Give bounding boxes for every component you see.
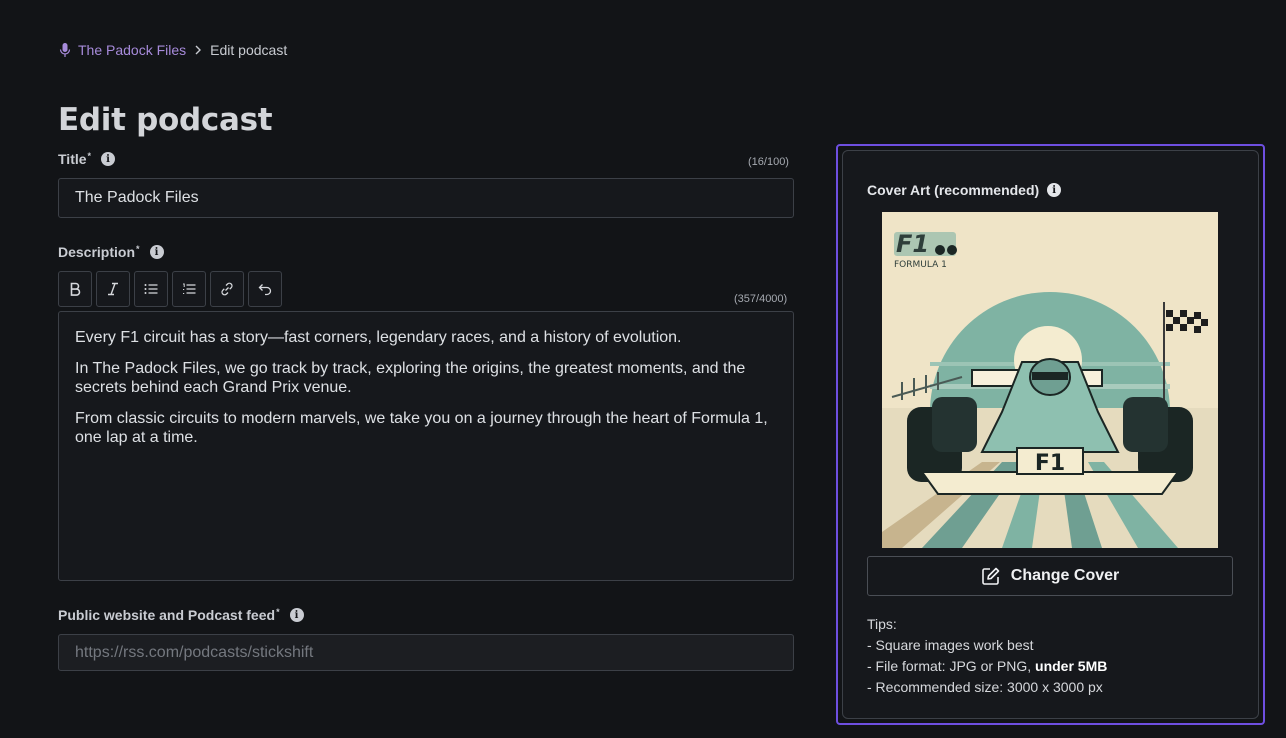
bold-button[interactable] xyxy=(58,271,92,307)
change-cover-label: Change Cover xyxy=(1010,567,1120,584)
tip-text: - File format: JPG or PNG, xyxy=(867,658,1036,674)
bold-icon xyxy=(70,282,81,296)
breadcrumb-podcast-link[interactable]: The Padock Files xyxy=(78,42,186,58)
car-number-text: F1 xyxy=(1035,451,1065,476)
feed-label: Public website and Podcast feed * i xyxy=(58,607,304,623)
description-label-text: Description xyxy=(58,244,136,260)
required-mark: * xyxy=(87,151,92,161)
info-icon[interactable]: i xyxy=(289,608,304,622)
required-mark: * xyxy=(276,607,280,617)
description-paragraph: In The Padock Files, we go track by trac… xyxy=(75,360,746,396)
description-paragraph: From classic circuits to modern marvels,… xyxy=(75,410,768,446)
info-icon[interactable]: i xyxy=(1047,183,1062,197)
change-cover-button[interactable]: Change Cover xyxy=(867,556,1233,596)
cover-tips: Tips: - Square images work best - File f… xyxy=(867,614,1107,698)
feed-input[interactable]: https://rss.com/podcasts/stickshift xyxy=(58,634,794,671)
info-icon[interactable]: i xyxy=(149,245,164,259)
cover-art-image: F1 F1 FORMULA 1 xyxy=(882,212,1218,548)
undo-icon xyxy=(258,284,272,296)
tip-item: - File format: JPG or PNG, under 5MB xyxy=(867,656,1107,677)
tips-title: Tips: xyxy=(867,616,897,632)
tip-item: - Square images work best xyxy=(867,637,1034,653)
logo-subtext: FORMULA 1 xyxy=(894,260,947,270)
title-label: Title * i xyxy=(58,151,116,167)
microphone-icon xyxy=(59,42,71,58)
breadcrumb: The Padock Files Edit podcast xyxy=(59,42,287,58)
description-editor[interactable]: Every F1 circuit has a story—fast corner… xyxy=(58,311,794,581)
numbered-list-icon xyxy=(183,283,196,294)
link-icon xyxy=(221,282,233,296)
edit-icon xyxy=(981,567,1000,585)
numbered-list-button[interactable] xyxy=(172,271,206,307)
cover-art-label-text: Cover Art (recommended) xyxy=(867,182,1040,198)
link-button[interactable] xyxy=(210,271,244,307)
title-counter: (16/100) xyxy=(748,156,789,168)
title-input[interactable]: The Padock Files xyxy=(58,178,794,218)
bullet-list-icon xyxy=(144,284,158,294)
feed-label-text: Public website and Podcast feed xyxy=(58,607,276,623)
tip-item: - Recommended size: 3000 x 3000 px xyxy=(867,679,1103,695)
cover-art-label: Cover Art (recommended) i xyxy=(867,182,1062,198)
title-label-text: Title xyxy=(58,151,87,167)
italic-button[interactable] xyxy=(96,271,130,307)
bullet-list-button[interactable] xyxy=(134,271,168,307)
tip-bold: under 5MB xyxy=(1035,658,1108,674)
required-mark: * xyxy=(136,244,140,254)
description-paragraph: Every F1 circuit has a story—fast corner… xyxy=(75,329,682,346)
editor-toolbar xyxy=(58,271,282,307)
info-icon[interactable]: i xyxy=(101,152,116,166)
breadcrumb-current: Edit podcast xyxy=(210,42,288,58)
description-counter: (357/4000) xyxy=(734,293,788,305)
italic-icon xyxy=(108,282,118,296)
cover-art-panel: Cover Art (recommended) i F1 F1 FORMULA … xyxy=(836,144,1265,725)
logo-text: F1 xyxy=(896,230,929,258)
description-label: Description * i xyxy=(58,244,164,260)
chevron-right-icon xyxy=(194,45,202,55)
undo-button[interactable] xyxy=(248,271,282,307)
page-title: Edit podcast xyxy=(58,102,273,138)
cover-art-card: Cover Art (recommended) i F1 F1 FORMULA … xyxy=(842,150,1259,719)
